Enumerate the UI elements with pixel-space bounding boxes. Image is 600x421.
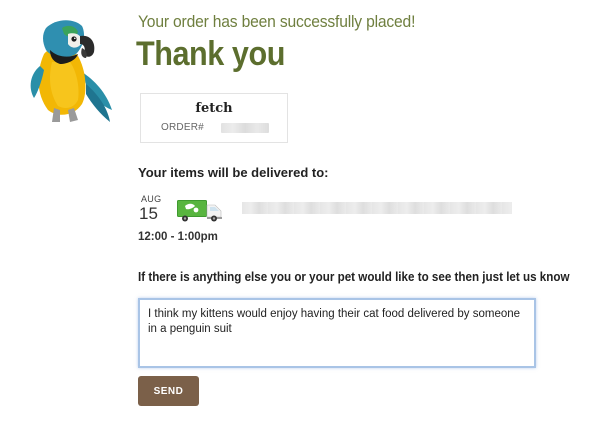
feedback-prompt: If there is anything else you or your pe… — [138, 270, 570, 284]
delivery-time-window: 12:00 - 1:00pm — [138, 231, 218, 243]
order-confirmation-page: Your order has been successfully placed!… — [0, 0, 600, 421]
redacted-order-number — [221, 123, 269, 133]
delivery-heading: Your items will be delivered to: — [138, 165, 329, 180]
page-title: Thank you — [136, 35, 285, 73]
redacted-delivery-address — [242, 202, 512, 214]
delivery-truck-icon — [177, 200, 222, 222]
delivery-month: AUG — [141, 194, 162, 204]
feedback-message-input[interactable]: I think my kittens would enjoy having th… — [138, 298, 536, 368]
order-success-message: Your order has been successfully placed! — [138, 12, 416, 31]
order-number-label: ORDER# — [161, 122, 204, 133]
delivery-day: 15 — [139, 204, 158, 223]
brand-logo: fetch — [195, 101, 233, 116]
order-summary-box: fetch ORDER# — [140, 93, 288, 143]
send-button[interactable]: SEND — [138, 376, 199, 406]
parrot-image — [30, 20, 112, 122]
